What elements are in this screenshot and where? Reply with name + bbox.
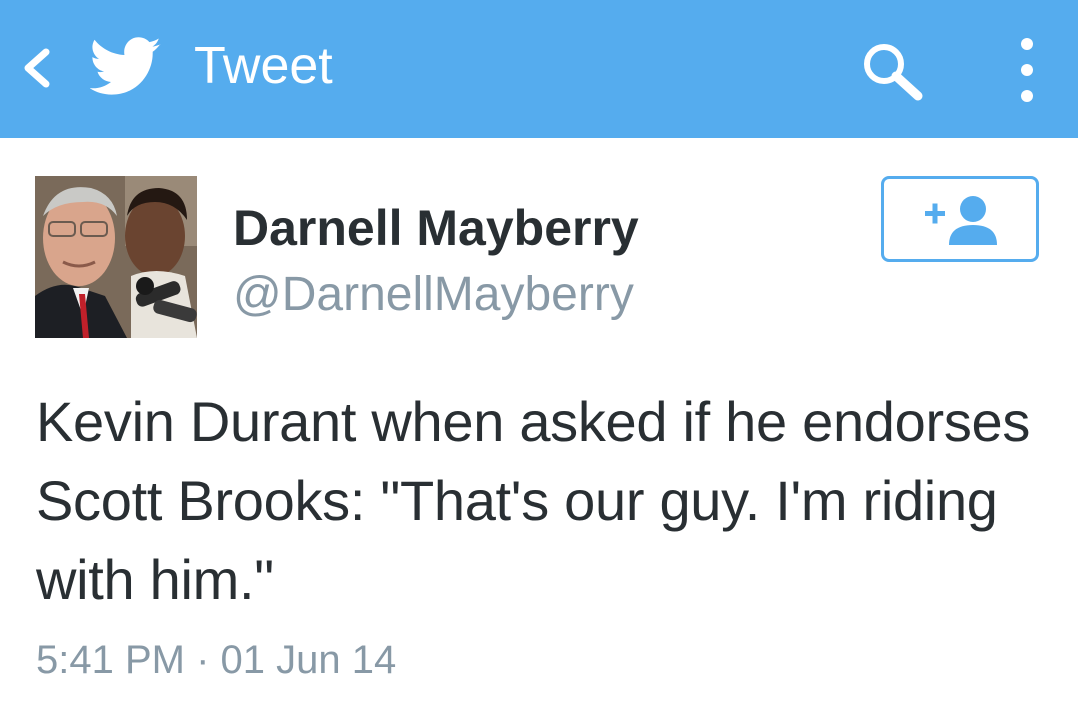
back-arrow-icon[interactable]: [18, 46, 54, 90]
tweet-time: 5:41 PM: [36, 638, 185, 682]
avatar[interactable]: [35, 176, 197, 338]
author-name[interactable]: Darnell Mayberry: [233, 198, 639, 258]
author-handle[interactable]: @DarnellMayberry: [233, 266, 634, 324]
tweet-text: Kevin Durant when asked if he endorses S…: [36, 390, 1031, 611]
twitter-bird-icon[interactable]: [90, 36, 162, 98]
app-bar: Tweet: [0, 0, 1078, 138]
follow-button[interactable]: [881, 176, 1039, 262]
tweet-date: 01 Jun 14: [220, 638, 397, 682]
meta-separator: ·: [196, 638, 210, 682]
search-icon[interactable]: [858, 40, 928, 102]
add-user-icon: [925, 196, 997, 245]
tweet-timestamp: 5:41 PM · 01 Jun 14: [36, 634, 396, 686]
avatar-photo: [35, 176, 197, 338]
page-title: Tweet: [194, 37, 333, 95]
overflow-menu-icon[interactable]: [1010, 36, 1044, 104]
